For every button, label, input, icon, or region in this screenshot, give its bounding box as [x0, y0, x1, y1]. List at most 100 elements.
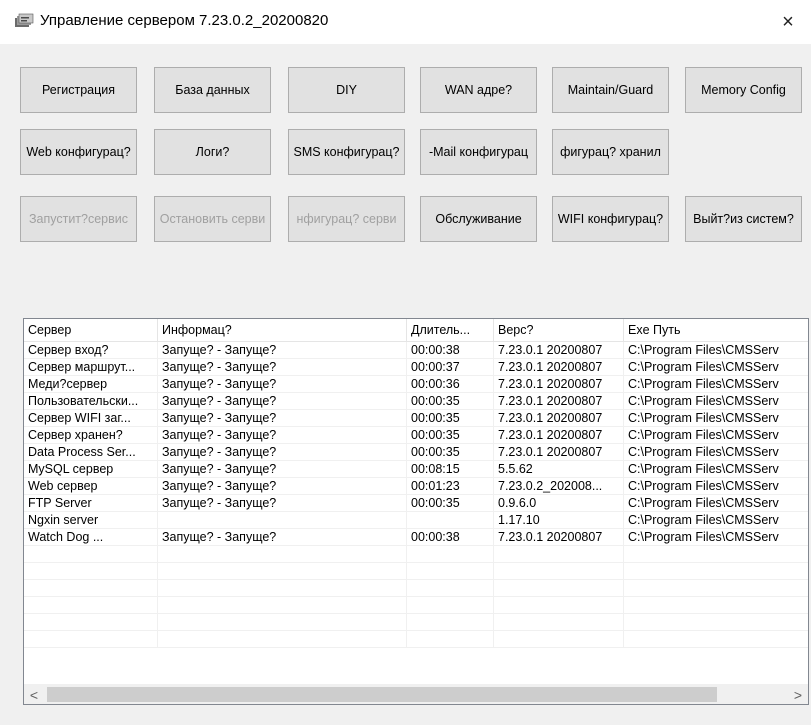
- button-label: DIY: [336, 83, 357, 97]
- server-cell: MySQL сервер: [24, 461, 158, 477]
- server-cell: Меди?сервер: [24, 376, 158, 392]
- info-cell: Запуще? - Запуще?: [158, 410, 407, 426]
- scroll-left-icon[interactable]: <: [24, 685, 44, 704]
- column-header-exe-path[interactable]: Exe Путь: [624, 319, 808, 341]
- info-cell: Запуще? - Запуще?: [158, 393, 407, 409]
- empty-table-row: [24, 597, 808, 614]
- version-cell: 7.23.0.1 20200807: [494, 342, 624, 358]
- server-cell: Сервер вход?: [24, 342, 158, 358]
- empty-cell: [624, 580, 808, 596]
- version-cell: 7.23.0.2_202008...: [494, 478, 624, 494]
- empty-cell: [158, 546, 407, 562]
- wifi-config-button[interactable]: WIFI конфигурац?: [552, 196, 669, 242]
- empty-cell: [24, 580, 158, 596]
- exe-path-cell: C:\Program Files\CMSServ: [628, 377, 779, 391]
- empty-cell: [624, 614, 808, 630]
- info-cell: Запуще? - Запуще?: [158, 478, 407, 494]
- maintain-guard-button[interactable]: Maintain/Guard: [552, 67, 669, 113]
- exe-path-cell: C:\Program Files\CMSServ: [628, 343, 779, 357]
- logs-button[interactable]: Логи?: [154, 129, 271, 175]
- info-cell: Запуще? - Запуще?: [158, 495, 407, 511]
- table-row[interactable]: Сервер вход? Запуще? - Запуще? 00:00:38 7.2…: [24, 342, 808, 359]
- memory-config-button[interactable]: Memory Config: [685, 67, 802, 113]
- empty-cell: [494, 631, 624, 647]
- table-row[interactable]: MySQL сервер Запуще? - Запуще? 00:08:15 5.5…: [24, 461, 808, 478]
- empty-cell: [158, 614, 407, 630]
- exe-path-cell: C:\Program Files\CMSServ: [628, 360, 779, 374]
- empty-cell: [24, 563, 158, 579]
- wan-address-button[interactable]: WAN адре?: [420, 67, 537, 113]
- exe-path-cell: C:\Program Files\CMSServ: [628, 479, 779, 493]
- empty-cell: [407, 631, 494, 647]
- info-cell: Запуще? - Запуще?: [158, 461, 407, 477]
- column-header-server[interactable]: Сервер: [24, 319, 158, 341]
- server-cell: Web сервер: [24, 478, 158, 494]
- empty-table-row: [24, 563, 808, 580]
- info-cell: Запуще? - Запуще?: [158, 376, 407, 392]
- database-button[interactable]: База данных: [154, 67, 271, 113]
- column-header-version[interactable]: Верс?: [494, 319, 624, 341]
- table-row[interactable]: Web сервер Запуще? - Запуще? 00:01:23 7.23.…: [24, 478, 808, 495]
- web-config-button[interactable]: Web конфигурац?: [20, 129, 137, 175]
- table-row[interactable]: Сервер WIFI заг... Запуще? - Запуще? 00:00…: [24, 410, 808, 427]
- scroll-right-icon[interactable]: >: [788, 685, 808, 704]
- duration-cell: 00:00:35: [407, 393, 494, 409]
- diy-button[interactable]: DIY: [288, 67, 405, 113]
- server-cell: Data Process Ser...: [24, 444, 158, 460]
- button-label: WIFI конфигурац?: [557, 212, 664, 226]
- empty-cell: [24, 597, 158, 613]
- empty-cell: [24, 546, 158, 562]
- version-cell: 7.23.0.1 20200807: [494, 444, 624, 460]
- table-body: Сервер вход? Запуще? - Запуще? 00:00:38 7.2…: [24, 342, 808, 648]
- close-button[interactable]: ×: [765, 0, 811, 44]
- table-row[interactable]: Watch Dog ... Запуще? - Запуще? 00:00:38 7.…: [24, 529, 808, 546]
- duration-cell: 00:00:35: [407, 444, 494, 460]
- table-row[interactable]: Меди?сервер Запуще? - Запуще? 00:00:36 7.23…: [24, 376, 808, 393]
- button-label: фигурац? хранил: [560, 145, 661, 159]
- logout-button[interactable]: Выйт?из систем?: [685, 196, 802, 242]
- version-cell: 7.23.0.1 20200807: [494, 393, 624, 409]
- button-label: WAN адре?: [444, 83, 513, 97]
- duration-cell: 00:08:15: [407, 461, 494, 477]
- version-cell: 7.23.0.1 20200807: [494, 529, 624, 545]
- exe-path-cell: C:\Program Files\CMSServ: [628, 445, 779, 459]
- table-row[interactable]: Data Process Ser... Запуще? - Запуще? 00:0…: [24, 444, 808, 461]
- email-config-button[interactable]: -Mail конфигурац: [420, 129, 537, 175]
- table-row[interactable]: Пользовательски... Запуще? - Запуще? 00:00…: [24, 393, 808, 410]
- empty-cell: [407, 597, 494, 613]
- info-cell: Запуще? - Запуще?: [158, 444, 407, 460]
- server-cell: FTP Server: [24, 495, 158, 511]
- window-title: Управление сервером 7.23.0.2_20200820: [40, 12, 329, 29]
- registration-button[interactable]: Регистрация: [20, 67, 137, 113]
- column-header-info[interactable]: Информац?: [158, 319, 407, 341]
- server-list-table[interactable]: Сервер Информац? Длитель... Верс? Exe Пу…: [23, 318, 809, 705]
- exe-path-cell: C:\Program Files\CMSServ: [628, 462, 779, 476]
- table-row[interactable]: Ngxin server 1.17.10 C:\Program Files\CMSS…: [24, 512, 808, 529]
- version-cell: 7.23.0.1 20200807: [494, 410, 624, 426]
- start-service-button[interactable]: Запустит?сервис: [20, 196, 137, 242]
- service-config-button[interactable]: нфигурац? серви: [288, 196, 405, 242]
- table-row[interactable]: Сервер маршрут... Запуще? - Запуще? 00:00:…: [24, 359, 808, 376]
- maintenance-button[interactable]: Обслуживание: [420, 196, 537, 242]
- stop-service-button[interactable]: Остановить серви: [154, 196, 271, 242]
- exe-path-cell: C:\Program Files\CMSServ: [628, 411, 779, 425]
- table-row[interactable]: FTP Server Запуще? - Запуще? 00:00:35 0.9.6…: [24, 495, 808, 512]
- empty-cell: [624, 597, 808, 613]
- exe-path-cell: C:\Program Files\CMSServ: [628, 394, 779, 408]
- duration-cell: 00:00:35: [407, 495, 494, 511]
- duration-cell: 00:00:37: [407, 359, 494, 375]
- info-cell: Запуще? - Запуще?: [158, 529, 407, 545]
- table-row[interactable]: Сервер хранен? Запуще? - Запуще? 00:00:35 7…: [24, 427, 808, 444]
- exe-path-cell: C:\Program Files\CMSServ: [628, 530, 779, 544]
- exe-path-cell: C:\Program Files\CMSServ: [628, 496, 779, 510]
- column-header-duration[interactable]: Длитель...: [407, 319, 494, 341]
- horizontal-scrollbar[interactable]: < >: [24, 684, 808, 704]
- sms-config-button[interactable]: SMS конфигурац?: [288, 129, 405, 175]
- scrollbar-thumb[interactable]: [47, 687, 717, 702]
- server-cell: Сервер маршрут...: [24, 359, 158, 375]
- storage-config-button[interactable]: фигурац? хранил: [552, 129, 669, 175]
- duration-cell: 00:00:35: [407, 427, 494, 443]
- empty-cell: [158, 597, 407, 613]
- button-label: -Mail конфигурац: [428, 145, 529, 159]
- empty-cell: [407, 546, 494, 562]
